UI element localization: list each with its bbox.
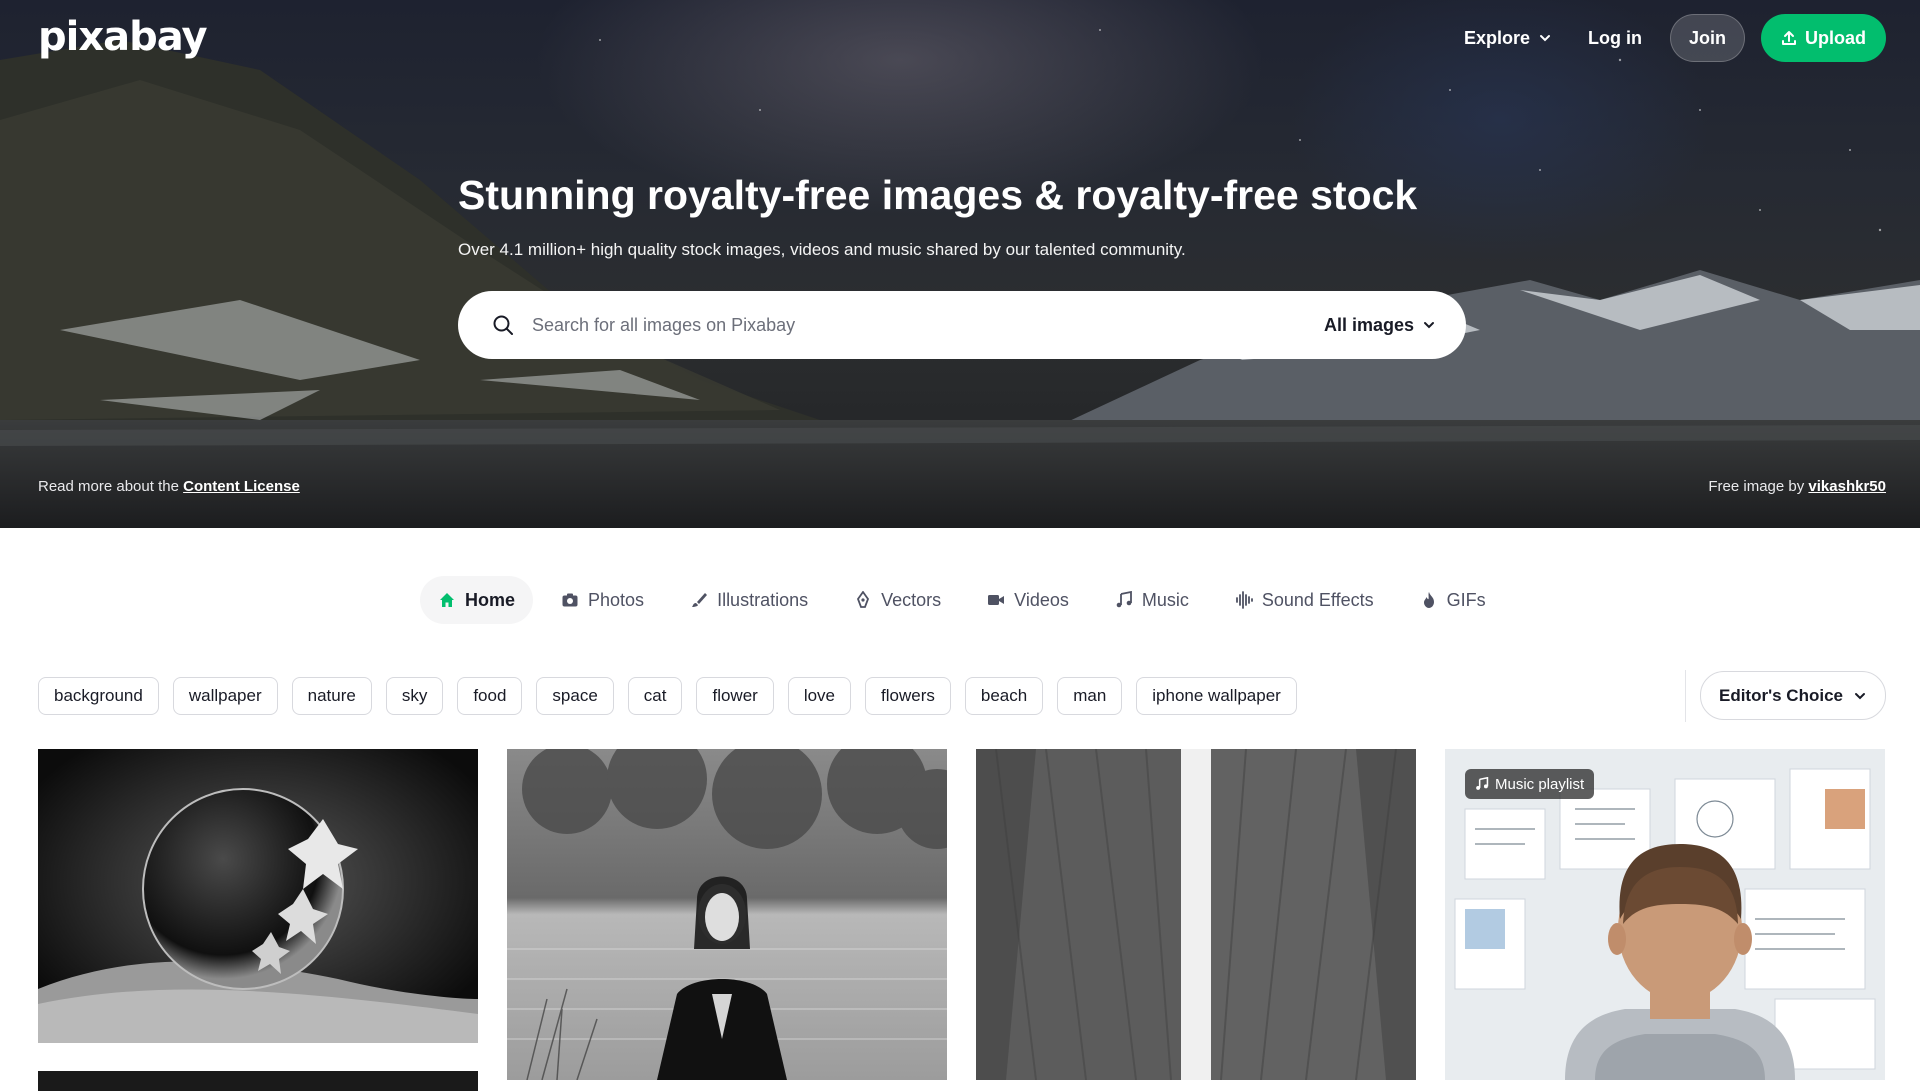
credit-user-link[interactable]: vikashkr50 bbox=[1808, 478, 1886, 495]
tab-music[interactable]: Music bbox=[1097, 576, 1207, 624]
tag-chip[interactable]: cat bbox=[627, 677, 683, 715]
camera-icon bbox=[562, 593, 578, 607]
tab-label: Illustrations bbox=[717, 589, 809, 610]
image-thumbnail bbox=[976, 749, 1416, 1080]
login-link[interactable]: Log in bbox=[1570, 14, 1660, 62]
tab-sound-effects[interactable]: Sound Effects bbox=[1217, 576, 1392, 624]
upload-button[interactable]: Upload bbox=[1761, 14, 1886, 62]
video-camera-icon bbox=[988, 595, 1005, 605]
tab-label: GIFs bbox=[1446, 589, 1486, 610]
image-credit: Free image by vikashkr50 bbox=[1708, 478, 1886, 495]
tab-gifs[interactable]: GIFs bbox=[1402, 576, 1504, 624]
popular-tags: background wallpaper nature sky food spa… bbox=[38, 677, 1311, 715]
waveform-icon bbox=[1235, 591, 1253, 609]
upload-label: Upload bbox=[1805, 27, 1866, 48]
tag-chip[interactable]: man bbox=[1057, 677, 1123, 715]
hero-title: Stunning royalty-free images & royalty-f… bbox=[458, 172, 1418, 218]
badge-label: Music playlist bbox=[1495, 775, 1585, 793]
music-note-icon bbox=[1476, 777, 1489, 790]
tag-chip[interactable]: space bbox=[536, 677, 614, 715]
sort-dropdown[interactable]: Editor's Choice bbox=[1699, 671, 1886, 720]
tab-home[interactable]: Home bbox=[420, 576, 534, 624]
chevron-down-icon bbox=[1540, 35, 1550, 42]
gallery-image-woman-by-lake[interactable] bbox=[507, 749, 947, 1080]
content-license-link[interactable]: Content License bbox=[183, 478, 300, 495]
gallery-image-frozen-bubble[interactable] bbox=[38, 749, 478, 1043]
tag-chip[interactable]: beach bbox=[964, 677, 1044, 715]
tab-vectors[interactable]: Vectors bbox=[836, 576, 959, 624]
media-type-dropdown[interactable]: All images bbox=[1324, 315, 1436, 336]
hero-banner: pixabay Explore Log in Join Upload Stunn… bbox=[0, 0, 1920, 528]
tag-chip[interactable]: wallpaper bbox=[172, 677, 278, 715]
sort-label: Editor's Choice bbox=[1718, 685, 1843, 705]
tag-chip[interactable]: love bbox=[787, 677, 852, 715]
tag-chip[interactable]: sky bbox=[385, 677, 444, 715]
chevron-down-icon bbox=[1855, 692, 1865, 699]
tab-label: Videos bbox=[1014, 589, 1069, 610]
tab-label: Music bbox=[1141, 589, 1189, 610]
tag-chip[interactable]: flowers bbox=[865, 677, 951, 715]
music-note-icon bbox=[1116, 591, 1132, 608]
explore-label: Explore bbox=[1463, 27, 1530, 48]
tab-label: Home bbox=[465, 589, 516, 610]
tag-chip[interactable]: food bbox=[457, 677, 523, 715]
gallery-image-concrete-bridge[interactable] bbox=[976, 749, 1416, 1080]
music-playlist-badge: Music playlist bbox=[1465, 769, 1595, 799]
image-thumbnail bbox=[38, 749, 478, 1043]
media-type-label: All images bbox=[1323, 314, 1414, 335]
brush-icon bbox=[692, 593, 708, 607]
flame-icon bbox=[1423, 592, 1434, 608]
nav-actions: Explore Log in Join Upload bbox=[1446, 14, 1886, 62]
credit-prefix: Free image by bbox=[1708, 478, 1805, 495]
pen-nib-icon bbox=[857, 591, 870, 608]
tab-illustrations[interactable]: Illustrations bbox=[672, 576, 826, 624]
image-thumbnail bbox=[507, 749, 947, 1080]
search-icon[interactable] bbox=[492, 314, 514, 336]
tag-chip[interactable]: iphone wallpaper bbox=[1136, 677, 1297, 715]
tag-chip[interactable]: flower bbox=[696, 677, 774, 715]
tab-label: Photos bbox=[588, 589, 645, 610]
gallery-image-man-at-whiteboard[interactable]: Music playlist bbox=[1445, 749, 1885, 1080]
license-note: Read more about the Content License bbox=[38, 478, 300, 495]
pixabay-logo[interactable]: pixabay bbox=[38, 14, 208, 60]
tab-photos[interactable]: Photos bbox=[543, 576, 662, 624]
top-navigation: pixabay Explore Log in Join Upload bbox=[0, 0, 1920, 78]
upload-icon bbox=[1782, 31, 1796, 45]
explore-menu-button[interactable]: Explore bbox=[1446, 14, 1570, 62]
search-input[interactable] bbox=[532, 314, 1292, 336]
toolbar-divider bbox=[1685, 670, 1686, 722]
tab-label: Sound Effects bbox=[1261, 589, 1374, 610]
license-prefix: Read more about the bbox=[38, 478, 179, 495]
hero-background-image bbox=[0, 29, 1920, 528]
category-tabs: Home Photos Illustrations Vectors Videos… bbox=[420, 576, 1514, 624]
hero-subtitle: Over 4.1 million+ high quality stock ima… bbox=[458, 240, 1186, 259]
home-icon bbox=[440, 593, 454, 607]
tag-chip[interactable]: background bbox=[38, 677, 159, 715]
tab-label: Vectors bbox=[881, 589, 942, 610]
join-button[interactable]: Join bbox=[1669, 14, 1745, 62]
chevron-down-icon bbox=[1424, 322, 1434, 329]
tag-chip[interactable]: nature bbox=[291, 677, 372, 715]
gallery-image-partial[interactable] bbox=[38, 1071, 478, 1091]
tab-videos[interactable]: Videos bbox=[969, 576, 1087, 624]
search-bar: All images bbox=[458, 291, 1466, 359]
